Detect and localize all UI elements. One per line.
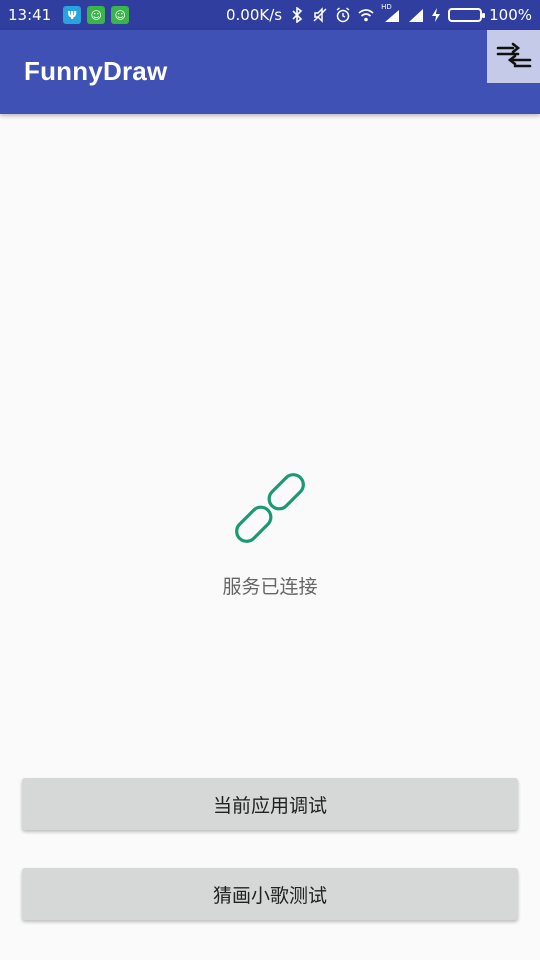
status-bar-right: 0.00K/s HD 100% <box>226 3 532 24</box>
status-bar-left: 13:41 Ψ ☺ ☺ <box>8 6 130 24</box>
status-time: 13:41 <box>8 6 52 24</box>
android-icon: ☺ <box>111 6 130 24</box>
battery-percent: 100% <box>489 6 532 24</box>
current-app-debug-button[interactable]: 当前应用调试 <box>22 778 518 830</box>
signal-icon <box>409 9 424 22</box>
network-speed: 0.00K/s <box>226 6 283 24</box>
battery-icon <box>448 8 486 22</box>
link-icon <box>235 473 305 543</box>
usb-icon: Ψ <box>63 6 82 24</box>
guess-draw-test-button[interactable]: 猜画小歌测试 <box>22 868 518 920</box>
bluetooth-icon <box>292 7 303 23</box>
connection-status: 服务已连接 <box>0 470 540 599</box>
signal-hd-icon: HD <box>381 3 401 23</box>
charging-icon <box>432 8 441 22</box>
swap-action-button[interactable] <box>487 30 540 83</box>
app-bar: FunnyDraw <box>0 30 540 114</box>
mute-icon <box>313 7 327 23</box>
swap-arrows-icon <box>496 42 531 67</box>
android-icon: ☺ <box>87 6 106 24</box>
app-title: FunnyDraw <box>24 56 168 86</box>
status-bar: 13:41 Ψ ☺ ☺ 0.00K/s HD 100% <box>0 0 540 30</box>
wifi-icon <box>358 9 374 22</box>
alarm-icon <box>336 7 350 23</box>
connection-status-text: 服务已连接 <box>222 576 318 598</box>
